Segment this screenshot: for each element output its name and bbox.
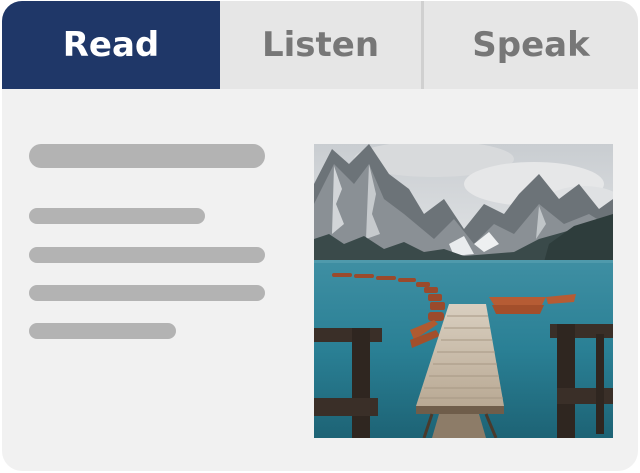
placeholder-text-line bbox=[29, 208, 205, 224]
placeholder-text-line bbox=[29, 285, 265, 301]
mountain-lake-dock-photo bbox=[314, 144, 613, 438]
tab-listen[interactable]: Listen bbox=[220, 1, 424, 89]
placeholder-text-line bbox=[29, 247, 265, 263]
tab-speak[interactable]: Speak bbox=[424, 1, 638, 89]
tab-read[interactable]: Read bbox=[2, 1, 220, 89]
lesson-card: Read Listen Speak bbox=[2, 1, 638, 471]
placeholder-heading-line bbox=[29, 144, 265, 168]
tab-bar: Read Listen Speak bbox=[2, 1, 638, 89]
placeholder-text-line bbox=[29, 323, 176, 339]
